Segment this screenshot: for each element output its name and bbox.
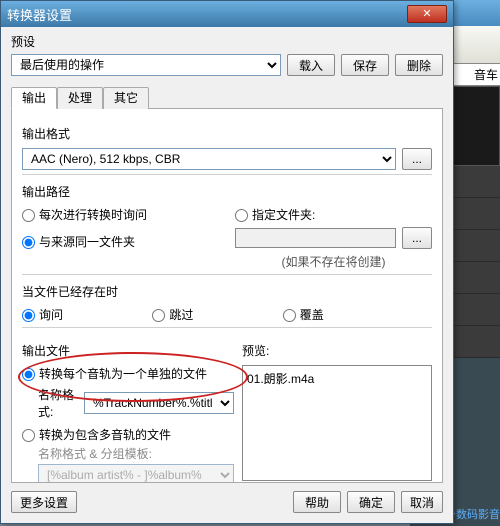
radio-exists-skip[interactable]: 跳过: [152, 308, 193, 322]
more-settings-button[interactable]: 更多设置: [11, 491, 77, 513]
cancel-button[interactable]: 取消: [401, 491, 443, 513]
browse-button[interactable]: ...: [402, 227, 432, 249]
radio-exists-ask[interactable]: 询问: [22, 308, 63, 322]
tab-process[interactable]: 处理: [57, 87, 103, 109]
output-format-label: 输出格式: [22, 125, 432, 142]
tab-bar: 输出 处理 其它: [11, 86, 443, 109]
radio-same-as-source[interactable]: 与来源同一文件夹: [22, 235, 135, 249]
exists-label: 当文件已经存在时: [22, 283, 432, 300]
save-button[interactable]: 保存: [341, 54, 389, 76]
load-button[interactable]: 载入: [287, 54, 335, 76]
ok-button[interactable]: 确定: [347, 491, 395, 513]
delete-button[interactable]: 删除: [395, 54, 443, 76]
tab-output[interactable]: 输出: [11, 87, 57, 109]
radio-ask-each-time[interactable]: 每次进行转换时询问: [22, 208, 147, 222]
titlebar[interactable]: 转换器设置 ✕: [1, 1, 453, 27]
each-name-label: 名称格式:: [38, 386, 78, 420]
dialog-actions: 更多设置 帮助 确定 取消: [11, 491, 443, 513]
radio-multi-track[interactable]: 转换为包含多音轨的文件: [22, 428, 171, 442]
preview-box[interactable]: 01.朗影.m4a: [242, 365, 432, 481]
output-path-label: 输出路径: [22, 183, 432, 200]
output-panel: 输出格式 AAC (Nero), 512 kbps, CBR ... 输出路径 …: [11, 109, 443, 483]
tab-other[interactable]: 其它: [103, 87, 149, 109]
each-name-select[interactable]: %TrackNumber%.%titl: [84, 392, 234, 414]
close-button[interactable]: ✕: [407, 5, 447, 23]
output-format-select[interactable]: AAC (Nero), 512 kbps, CBR: [22, 148, 396, 170]
multi-template-select: [%album artist% - ]%album%: [38, 464, 234, 483]
preset-select[interactable]: 最后使用的操作: [11, 54, 281, 76]
help-button[interactable]: 帮助: [293, 491, 341, 513]
folder-hint: (如果不存在将创建): [235, 253, 432, 270]
folder-input: [235, 228, 396, 248]
multi-template-label: 名称格式 & 分组模板:: [38, 445, 234, 462]
preview-label: 预览:: [242, 342, 432, 359]
converter-settings-dialog: 转换器设置 ✕ 预设 最后使用的操作 载入 保存 删除 输出 处理 其它 输出格…: [0, 0, 454, 524]
preset-label: 预设: [11, 33, 443, 50]
radio-exists-overwrite[interactable]: 覆盖: [283, 308, 324, 322]
radio-specify-folder[interactable]: 指定文件夹:: [235, 208, 315, 222]
preview-item[interactable]: 01.朗影.m4a: [247, 370, 427, 387]
window-title: 转换器设置: [7, 5, 72, 24]
output-files-label: 输出文件: [22, 342, 234, 359]
radio-each-track[interactable]: 转换每个音轨为一个单独的文件: [22, 367, 207, 381]
output-format-more-button[interactable]: ...: [402, 148, 432, 170]
